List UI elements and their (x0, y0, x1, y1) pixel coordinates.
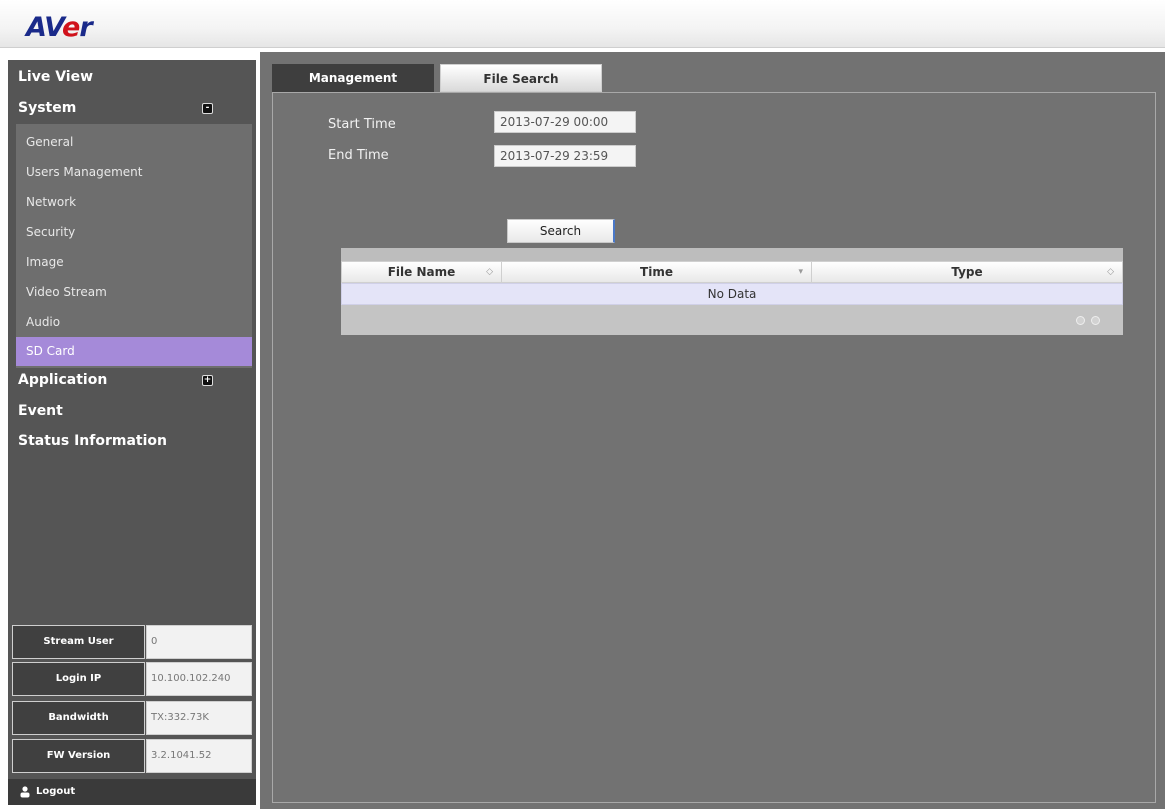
info-label: Bandwidth (12, 701, 145, 735)
sidebar-item-users-management[interactable]: Users Management (16, 158, 252, 187)
sidebar-item-security[interactable]: Security (16, 218, 252, 247)
info-value: 10.100.102.240 (146, 662, 252, 696)
info-label: FW Version (12, 739, 145, 773)
start-time-label: Start Time (328, 117, 396, 132)
logout-label: Logout (36, 786, 76, 797)
info-row-bandwidth: Bandwidth TX:332.73K (12, 701, 252, 735)
info-row-fw-version: FW Version 3.2.1041.52 (12, 739, 252, 773)
end-time-input[interactable]: 2013-07-29 23:59 (494, 145, 636, 167)
info-row-login-ip: Login IP 10.100.102.240 (12, 662, 252, 696)
header-bar: AVer (0, 0, 1165, 48)
collapse-icon[interactable]: - (202, 103, 213, 114)
table-pager (341, 305, 1123, 335)
table-header: File Name ◇ Time ▾ Type ◇ (341, 261, 1123, 283)
sidebar-item-image[interactable]: Image (16, 248, 252, 277)
app-window: AVer Live View System - General Users Ma… (0, 0, 1165, 809)
info-value: TX:332.73K (146, 701, 252, 735)
menu-item-application[interactable]: Application + (8, 365, 256, 395)
system-submenu: General Users Management Network Securit… (16, 124, 252, 368)
sidebar-item-network[interactable]: Network (16, 188, 252, 217)
start-time-input[interactable]: 2013-07-29 00:00 (494, 111, 636, 133)
sort-desc-icon: ▾ (798, 267, 803, 277)
column-header-file-name[interactable]: File Name ◇ (342, 262, 502, 282)
end-time-label: End Time (328, 148, 389, 163)
info-value: 0 (146, 625, 252, 659)
tab-management[interactable]: Management (272, 64, 434, 92)
file-search-panel: Start Time 2013-07-29 00:00 End Time 201… (272, 92, 1156, 803)
prev-page-icon[interactable] (1076, 316, 1085, 325)
menu-item-system[interactable]: System - (8, 93, 256, 123)
main-panel: Management File Search Start Time 2013-0… (260, 52, 1165, 809)
sidebar: Live View System - General Users Managem… (8, 60, 256, 805)
sidebar-item-video-stream[interactable]: Video Stream (16, 278, 252, 307)
sort-icon: ◇ (486, 267, 493, 277)
sidebar-item-audio[interactable]: Audio (16, 308, 252, 337)
table-empty-row: No Data (341, 283, 1123, 305)
column-header-time[interactable]: Time ▾ (502, 262, 812, 282)
expand-icon[interactable]: + (202, 375, 213, 386)
info-value: 3.2.1041.52 (146, 739, 252, 773)
next-page-icon[interactable] (1091, 316, 1100, 325)
search-button[interactable]: Search (507, 219, 615, 243)
sort-icon: ◇ (1107, 267, 1114, 277)
logout-button[interactable]: Logout (8, 779, 256, 805)
info-row-stream-user: Stream User 0 (12, 625, 252, 659)
menu-item-status-information[interactable]: Status Information (8, 426, 256, 456)
info-label: Stream User (12, 625, 145, 659)
sidebar-item-general[interactable]: General (16, 128, 252, 157)
tab-file-search[interactable]: File Search (440, 64, 602, 92)
user-icon (20, 786, 30, 798)
column-header-type[interactable]: Type ◇ (812, 262, 1122, 282)
menu-item-live-view[interactable]: Live View (8, 62, 256, 92)
table-caption-bar (341, 248, 1123, 261)
file-table: File Name ◇ Time ▾ Type ◇ No Data (341, 248, 1123, 336)
aver-logo: AVer (26, 12, 93, 43)
menu-item-event[interactable]: Event (8, 396, 256, 426)
info-label: Login IP (12, 662, 145, 696)
sidebar-item-sd-card[interactable]: SD Card (16, 337, 252, 366)
